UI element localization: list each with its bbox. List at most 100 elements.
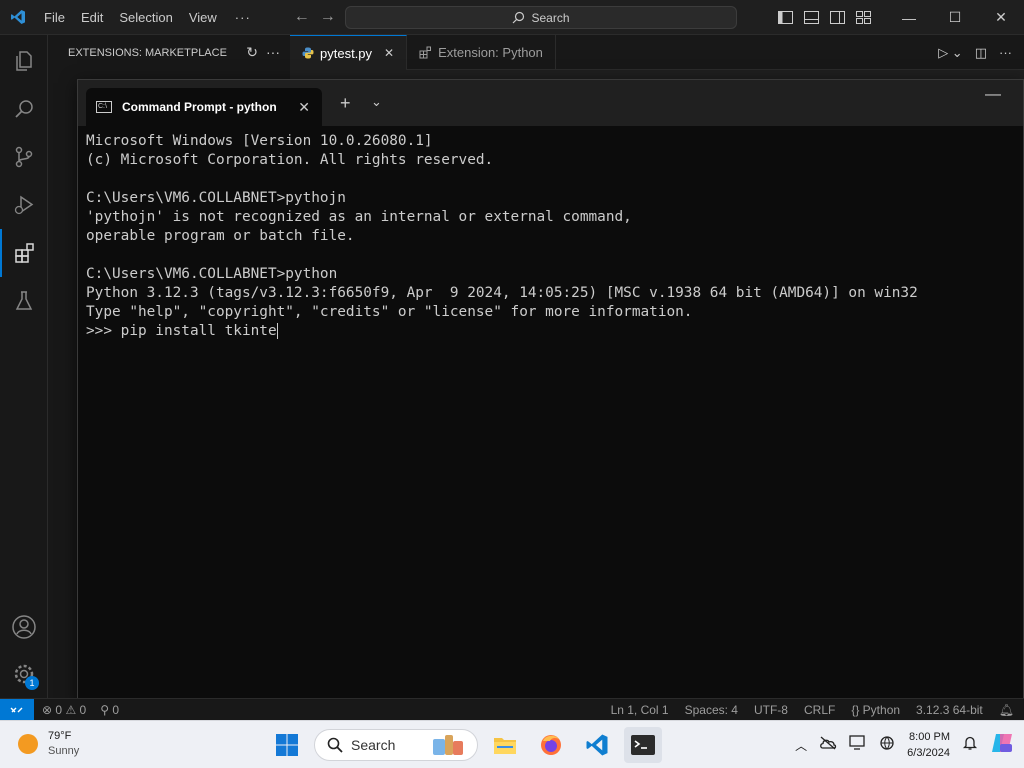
error-count: 0 xyxy=(55,702,63,717)
remote-indicator-icon[interactable] xyxy=(0,698,34,721)
explorer-icon[interactable] xyxy=(0,37,48,85)
notification-bell-icon[interactable] xyxy=(962,735,978,756)
terminal-line: C:\Users\VM6.COLLABNET>python xyxy=(86,266,338,282)
show-hidden-icons-chevron-icon[interactable]: ︿ xyxy=(795,737,807,754)
customize-layout-icon[interactable] xyxy=(850,0,876,35)
terminal-line: operable program or batch file. xyxy=(86,228,355,244)
warning-icon: ⚠ xyxy=(65,702,77,717)
terminal-output[interactable]: Microsoft Windows [Version 10.0.26080.1]… xyxy=(78,126,1023,341)
python-interpreter[interactable]: 3.12.3 64-bit xyxy=(916,703,983,717)
display-icon[interactable] xyxy=(849,734,867,756)
toggle-secondary-sidebar-icon[interactable] xyxy=(824,0,850,35)
terminal-line: Type "help", "copyright", "credits" or "… xyxy=(86,304,693,320)
weather-condition: Sunny xyxy=(48,745,80,757)
extension-tab-icon xyxy=(419,46,432,59)
language-mode[interactable]: {} Python xyxy=(851,703,900,717)
terminal-tab-title: Command Prompt - python xyxy=(122,100,277,114)
line-ending[interactable]: CRLF xyxy=(804,703,835,717)
ports-count: 0 xyxy=(112,702,120,717)
indentation[interactable]: Spaces: 4 xyxy=(685,703,738,717)
toggle-panel-icon[interactable] xyxy=(798,0,824,35)
weather-temp: 79°F xyxy=(48,730,72,742)
problems-status[interactable]: ⊗ 0 ⚠ 0 xyxy=(42,703,86,717)
run-debug-icon[interactable] xyxy=(0,181,48,229)
tab-pytest[interactable]: pytest.py ✕ xyxy=(290,35,408,70)
encoding[interactable]: UTF-8 xyxy=(754,703,788,717)
back-arrow-icon[interactable]: ← xyxy=(289,8,315,26)
terminal-input-text: >>> pip install tkinte xyxy=(86,323,277,339)
taskbar-search-label: Search xyxy=(351,737,396,753)
ports-status[interactable]: ⚲ 0 xyxy=(100,703,119,717)
clock-time: 8:00 PM xyxy=(909,731,950,743)
file-explorer-icon[interactable] xyxy=(486,727,524,763)
extensions-icon[interactable] xyxy=(0,229,48,277)
notifications-bell-icon[interactable]: 🔔︎ xyxy=(999,703,1014,717)
close-tab-icon[interactable]: ✕ xyxy=(384,46,394,60)
clock-date: 6/3/2024 xyxy=(907,747,950,759)
split-editor-icon[interactable]: ◫ xyxy=(975,45,987,61)
firefox-icon[interactable] xyxy=(532,727,570,763)
menu-view[interactable]: View xyxy=(181,0,225,35)
network-icon[interactable] xyxy=(879,735,895,756)
toggle-primary-sidebar-icon[interactable] xyxy=(772,0,798,35)
vscode-logo-icon xyxy=(0,0,36,35)
terminal-tab[interactable]: C:\ Command Prompt - python ✕ xyxy=(86,88,322,126)
accounts-icon[interactable] xyxy=(0,603,48,651)
terminal-input-line[interactable]: >>> pip install tkinte xyxy=(86,322,1023,341)
search-view-icon[interactable] xyxy=(0,85,48,133)
testing-flask-icon[interactable] xyxy=(0,277,48,325)
taskbar-clock[interactable]: 8:00 PM 6/3/2024 xyxy=(907,729,950,761)
tab-label: Extension: Python xyxy=(438,45,543,60)
terminal-line: Python 3.12.3 (tags/v3.12.3:f6650f9, Apr… xyxy=(86,285,918,301)
menu-edit[interactable]: Edit xyxy=(73,0,111,35)
sidebar-title: EXTENSIONS: MARKETPLACE xyxy=(68,46,227,59)
search-icon xyxy=(327,737,343,753)
source-control-icon[interactable] xyxy=(0,133,48,181)
command-prompt-window: C:\ Command Prompt - python ✕ + ⌄ — Micr… xyxy=(77,79,1024,705)
terminal-minimize-button[interactable]: — xyxy=(985,86,1001,104)
run-python-icon[interactable]: ▷ ⌄ xyxy=(938,45,963,61)
menu-more-button[interactable]: ··· xyxy=(225,10,261,25)
warning-count: 0 xyxy=(79,702,87,717)
editor-tabs: pytest.py ✕ Extension: Python ▷ ⌄ ◫ ··· xyxy=(290,35,1024,70)
maximize-button[interactable]: ☐ xyxy=(932,0,978,35)
sidebar-more-icon[interactable]: ··· xyxy=(266,44,280,61)
manage-gear-icon[interactable]: 1 xyxy=(0,650,48,698)
terminal-taskbar-icon[interactable] xyxy=(624,727,662,763)
cursor-position[interactable]: Ln 1, Col 1 xyxy=(611,703,669,717)
terminal-dropdown-chevron-icon[interactable]: ⌄ xyxy=(371,94,382,110)
windows-logo-icon xyxy=(276,734,298,756)
terminal-tab-bar: C:\ Command Prompt - python ✕ + ⌄ — xyxy=(78,80,1023,126)
close-terminal-tab-icon[interactable]: ✕ xyxy=(298,99,310,116)
windows-taskbar: 79°F Sunny Search ︿ 8:00 PM 6/3/2024 xyxy=(0,720,1024,768)
editor-more-icon[interactable]: ··· xyxy=(999,45,1012,60)
python-file-icon xyxy=(302,47,314,59)
terminal-line: 'pythojn' is not recognized as an intern… xyxy=(86,209,632,225)
menu-selection[interactable]: Selection xyxy=(111,0,180,35)
activity-bar: 1 xyxy=(0,35,48,698)
weather-widget[interactable]: 79°F Sunny xyxy=(18,729,79,759)
cmd-icon: C:\ xyxy=(96,101,112,113)
command-center-search[interactable]: Search xyxy=(345,6,737,29)
refresh-icon[interactable]: ↻ xyxy=(246,44,258,61)
error-icon: ⊗ xyxy=(42,702,53,717)
onedrive-cloud-icon[interactable] xyxy=(819,736,837,755)
close-window-button[interactable]: ✕ xyxy=(978,0,1024,35)
terminal-line: (c) Microsoft Corporation. All rights re… xyxy=(86,152,494,168)
forward-arrow-icon[interactable]: → xyxy=(315,8,341,26)
ports-icon: ⚲ xyxy=(100,702,110,717)
copilot-icon[interactable] xyxy=(990,731,1014,760)
minimize-button[interactable]: — xyxy=(886,0,932,35)
start-button[interactable] xyxy=(268,727,306,763)
new-tab-plus-icon[interactable]: + xyxy=(340,93,351,114)
vscode-taskbar-icon[interactable] xyxy=(578,727,616,763)
settings-badge: 1 xyxy=(25,676,39,690)
terminal-line: Microsoft Windows [Version 10.0.26080.1] xyxy=(86,133,433,149)
search-highlight-icon xyxy=(433,735,463,755)
search-icon xyxy=(513,11,525,24)
taskbar-search[interactable]: Search xyxy=(314,729,478,761)
tab-extension-python[interactable]: Extension: Python xyxy=(407,35,556,70)
terminal-line: C:\Users\VM6.COLLABNET>pythojn xyxy=(86,190,346,206)
menu-file[interactable]: File xyxy=(36,0,73,35)
